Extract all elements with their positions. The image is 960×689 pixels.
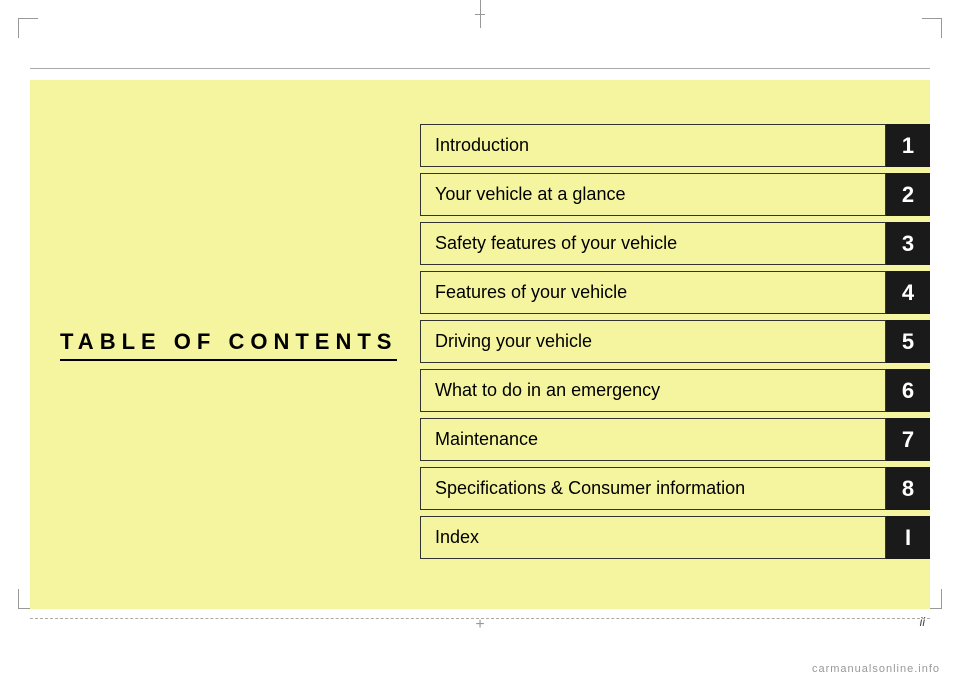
toc-label-5: Driving your vehicle — [420, 320, 886, 363]
corner-mark-tl — [18, 18, 38, 38]
toc-number-2: 2 — [886, 173, 930, 216]
toc-label-1: Introduction — [420, 124, 886, 167]
toc-entry[interactable]: Safety features of your vehicle3 — [420, 222, 930, 265]
left-panel: TABLE OF CONTENTS — [30, 80, 420, 609]
toc-number-8: 8 — [886, 467, 930, 510]
toc-entry[interactable]: Introduction1 — [420, 124, 930, 167]
toc-entry[interactable]: Specifications & Consumer information8 — [420, 467, 930, 510]
toc-title: TABLE OF CONTENTS — [60, 329, 397, 361]
toc-number-1: 1 — [886, 124, 930, 167]
toc-label-4: Features of your vehicle — [420, 271, 886, 314]
toc-entry[interactable]: Maintenance7 — [420, 418, 930, 461]
toc-entry[interactable]: IndexI — [420, 516, 930, 559]
crosshair-top — [475, 0, 485, 15]
crosshair-bottom — [475, 616, 484, 634]
corner-mark-tr — [922, 18, 942, 38]
toc-number-9: I — [886, 516, 930, 559]
toc-entry[interactable]: Features of your vehicle4 — [420, 271, 930, 314]
toc-number-7: 7 — [886, 418, 930, 461]
toc-entry[interactable]: What to do in an emergency6 — [420, 369, 930, 412]
toc-label-7: Maintenance — [420, 418, 886, 461]
toc-label-3: Safety features of your vehicle — [420, 222, 886, 265]
toc-entry[interactable]: Driving your vehicle5 — [420, 320, 930, 363]
toc-number-6: 6 — [886, 369, 930, 412]
toc-number-5: 5 — [886, 320, 930, 363]
toc-label-8: Specifications & Consumer information — [420, 467, 886, 510]
toc-entries-panel: Introduction1Your vehicle at a glance2Sa… — [420, 80, 930, 609]
page-number: ii — [920, 615, 925, 629]
toc-number-3: 3 — [886, 222, 930, 265]
toc-entry[interactable]: Your vehicle at a glance2 — [420, 173, 930, 216]
toc-label-9: Index — [420, 516, 886, 559]
toc-number-4: 4 — [886, 271, 930, 314]
toc-label-6: What to do in an emergency — [420, 369, 886, 412]
top-rule — [30, 68, 930, 69]
toc-label-2: Your vehicle at a glance — [420, 173, 886, 216]
watermark: carmanualsonline.info — [812, 663, 940, 675]
